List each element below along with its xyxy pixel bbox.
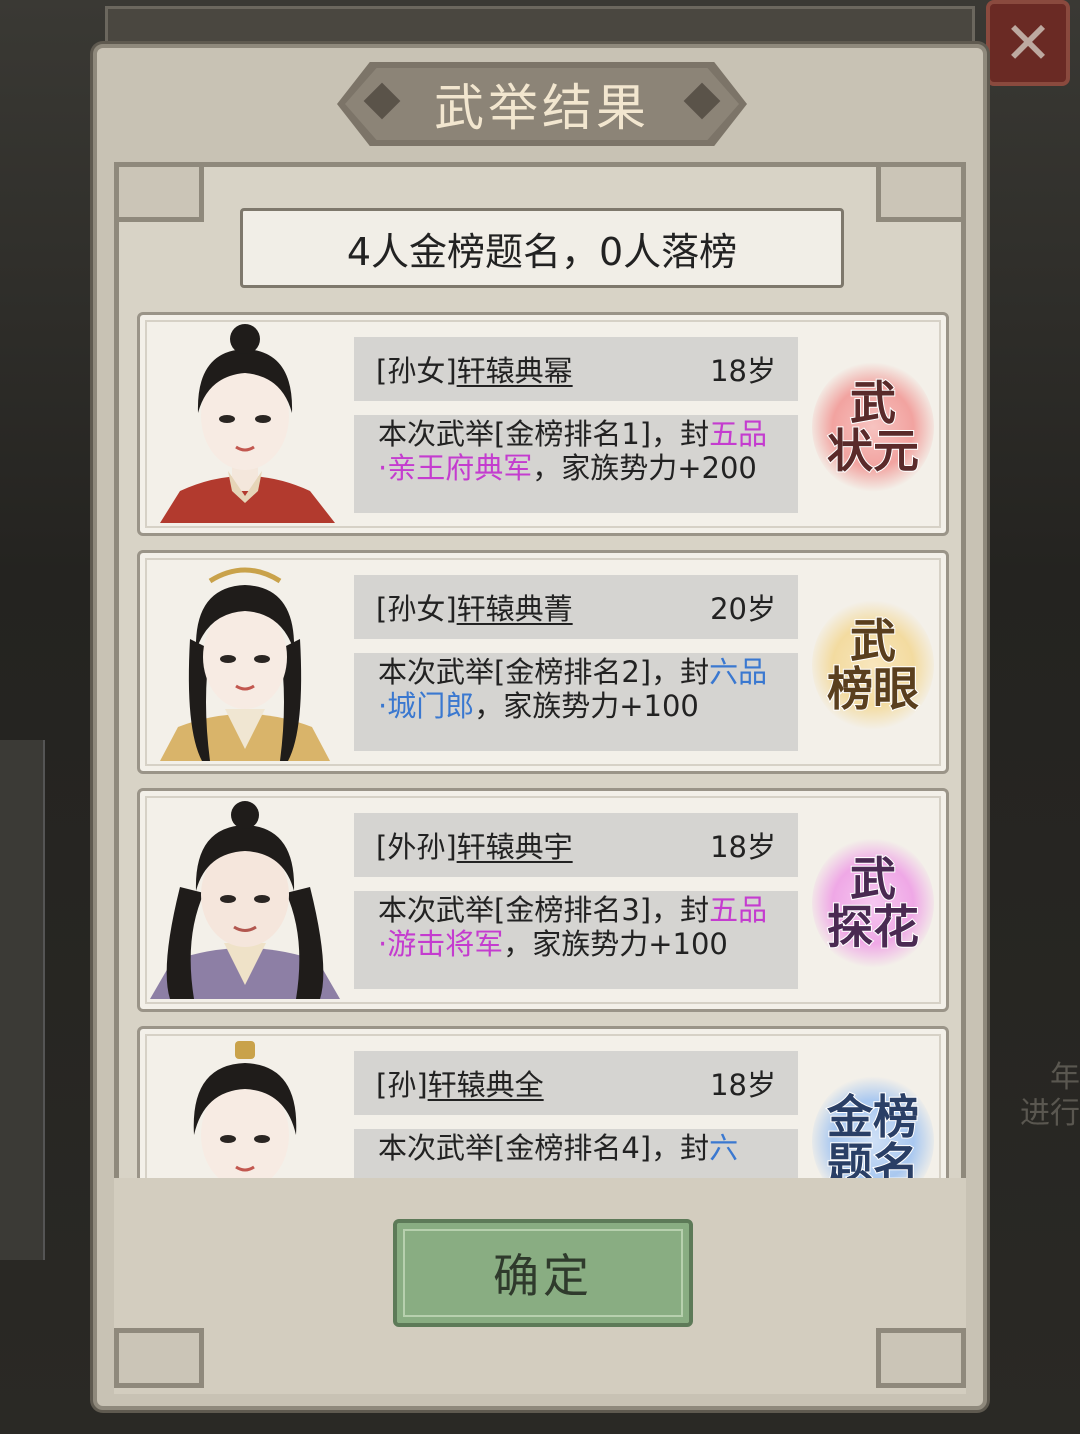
member-name-link[interactable]: 轩辕典菁 (457, 592, 573, 626)
result-card: [孙女]轩辕典幂 18岁 本次武举[金榜排名1]，封五品·亲王府典军，家族势力+… (137, 312, 949, 536)
frame-corner-decoration (876, 162, 966, 222)
member-age: 18岁 (710, 1068, 776, 1102)
frame-corner-decoration (114, 162, 204, 222)
seal-text: 武 榜眼 (826, 614, 920, 716)
description-text: 本次武举[金榜排名4]，封 (378, 1131, 710, 1165)
member-name-label: [孙女]轩辕典幂 (376, 348, 573, 390)
member-info-row: [孙]轩辕典全 18岁 (354, 1051, 798, 1115)
background-header-strip (105, 6, 975, 46)
portrait-art (193, 1041, 297, 1178)
member-relation: [孙] (376, 1068, 428, 1102)
seal-text: 金榜 题名 (826, 1090, 920, 1178)
rank-seal: 金榜 题名 (808, 1071, 938, 1178)
member-name-link[interactable]: 轩辕典宇 (457, 830, 573, 864)
rank-seal: 武 榜眼 (808, 595, 938, 735)
result-description: 本次武举[金榜排名2]，封六品·城门郎，家族势力+100 (354, 653, 798, 751)
member-info-row: [孙女]轩辕典幂 18岁 (354, 337, 798, 401)
member-age: 18岁 (710, 354, 776, 388)
member-name-link[interactable]: 轩辕典全 (428, 1068, 544, 1102)
description-text: ，家族势力+100 (503, 927, 728, 961)
portrait-art (150, 801, 340, 999)
result-card: [孙女]轩辕典菁 20岁 本次武举[金榜排名2]，封六品·城门郎，家族势力+10… (137, 550, 949, 774)
member-age: 20岁 (710, 592, 776, 626)
member-name-label: [孙]轩辕典全 (376, 1062, 544, 1104)
member-name-label: [外孙]轩辕典宇 (376, 824, 573, 866)
result-card: [外孙]轩辕典宇 18岁 本次武举[金榜排名3]，封五品·游击将军，家族势力+1… (137, 788, 949, 1012)
result-card: [孙]轩辕典全 18岁 本次武举[金榜排名4]，封六 金榜 题名 (137, 1026, 949, 1178)
seal-text: 武 探花 (826, 852, 920, 954)
member-info-row: [孙女]轩辕典菁 20岁 (354, 575, 798, 639)
description-text: 本次武举[金榜排名3]，封 (378, 893, 710, 927)
result-description: 本次武举[金榜排名3]，封五品·游击将军，家族势力+100 (354, 891, 798, 989)
background-text-line: 年 (1050, 1060, 1080, 1095)
confirm-button-label: 确定 (493, 1249, 593, 1303)
member-info-row: [外孙]轩辕典宇 18岁 (354, 813, 798, 877)
summary-text: 4人金榜题名，0人落榜 (346, 229, 738, 274)
result-description: 本次武举[金榜排名4]，封六 (354, 1129, 798, 1178)
member-name-label: [孙女]轩辕典菁 (376, 586, 573, 628)
background-text-line: 进行 (1020, 1096, 1080, 1131)
character-portrait[interactable] (150, 1035, 340, 1178)
rank-seal: 武 探花 (808, 833, 938, 973)
official-rank: 六 (709, 1131, 739, 1165)
close-button[interactable]: ✕ (986, 0, 1070, 86)
dialog-title: 武举结果 (434, 79, 650, 137)
member-relation: [孙女] (376, 354, 457, 388)
member-name-link[interactable]: 轩辕典幂 (457, 354, 573, 388)
title-plate-inner: 武举结果 (345, 68, 739, 140)
member-relation: [外孙] (376, 830, 457, 864)
description-text: 本次武举[金榜排名2]，封 (378, 655, 710, 689)
confirm-button[interactable]: 确定 (393, 1219, 693, 1327)
character-portrait[interactable] (150, 321, 340, 523)
seal-text: 武 状元 (826, 376, 920, 478)
frame-corner-decoration (114, 1328, 204, 1388)
exam-result-dialog: 武举结果 4人金榜题名，0人落榜 [孙女]轩辕典幂 18岁 本次武举[金榜排名1… (93, 44, 987, 1410)
portrait-art (160, 324, 335, 523)
member-age: 18岁 (710, 830, 776, 864)
rank-seal: 武 状元 (808, 357, 938, 497)
description-text: 本次武举[金榜排名1]，封 (378, 417, 710, 451)
description-text: ，家族势力+100 (474, 689, 699, 723)
portrait-art (160, 567, 330, 761)
description-text: ，家族势力+200 (532, 451, 757, 485)
frame-corner-decoration (876, 1328, 966, 1388)
close-icon: ✕ (1003, 9, 1053, 77)
result-list[interactable]: [孙女]轩辕典幂 18岁 本次武举[金榜排名1]，封五品·亲王府典军，家族势力+… (137, 312, 949, 1178)
background-side-panel (0, 740, 45, 1260)
character-portrait[interactable] (150, 559, 340, 761)
member-relation: [孙女] (376, 592, 457, 626)
character-portrait[interactable] (150, 797, 340, 999)
result-summary: 4人金榜题名，0人落榜 (240, 208, 844, 288)
background-side-text: 年 进行 (990, 1060, 1080, 1132)
result-description: 本次武举[金榜排名1]，封五品·亲王府典军，家族势力+200 (354, 415, 798, 513)
